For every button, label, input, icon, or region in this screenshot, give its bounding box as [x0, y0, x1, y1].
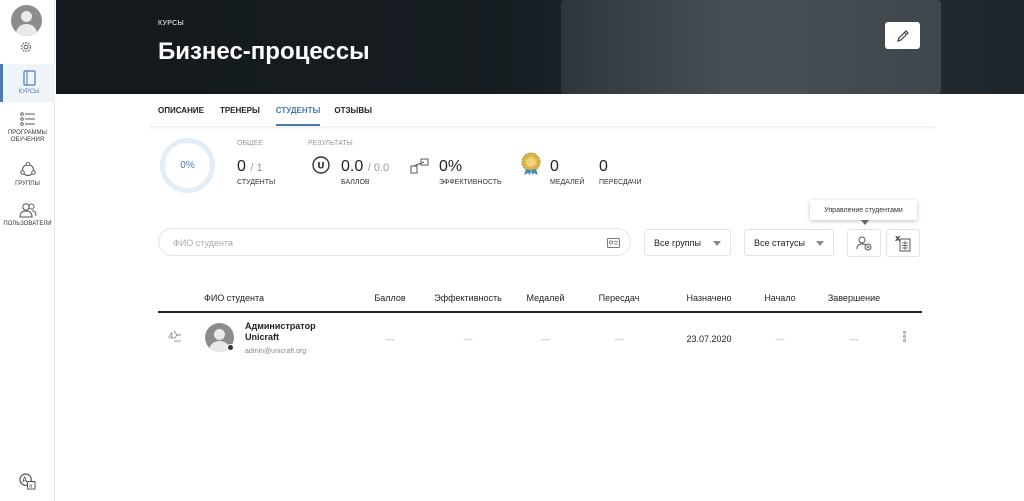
score-icon: U [312, 156, 330, 174]
retakes-label: Пересдачи [599, 179, 642, 186]
cell-assigned: 23.07.2020 [686, 334, 732, 344]
sidebar-item-groups[interactable]: Группы [0, 162, 55, 188]
book-icon [22, 70, 36, 86]
cell-medals: — [541, 334, 550, 344]
cell-score: — [385, 334, 395, 344]
manage-students-tooltip: Управление студентами [810, 200, 917, 220]
svg-text:4: 4 [168, 332, 174, 342]
sidebar: Курсы Программы обучения Группы Пользов [0, 0, 55, 501]
course-banner: Курсы Бизнес-процессы [56, 0, 1024, 94]
chevron-down-icon [816, 241, 824, 246]
column-header-assigned[interactable]: Назначено [673, 293, 745, 303]
sidebar-item-label: Программы обучения [7, 130, 47, 143]
column-header-score[interactable]: Баллов [360, 293, 420, 303]
chevron-down-icon [713, 241, 721, 246]
medal-icon [521, 152, 541, 175]
sidebar-item-label: Группы [15, 181, 40, 187]
edit-button[interactable] [885, 22, 920, 49]
search-placeholder: ФИО студента [173, 238, 233, 248]
cell-efficiency: — [463, 334, 473, 344]
progress-donut: 0% [160, 138, 215, 193]
breadcrumb[interactable]: Курсы [158, 20, 184, 27]
cell-end: — [849, 334, 859, 344]
row-menu-icon[interactable] [903, 331, 907, 343]
pencil-icon [896, 29, 909, 42]
group-icon [19, 162, 36, 176]
student-email: admin@unicraft.org [245, 348, 307, 355]
results-caption: Результаты [308, 140, 353, 147]
user-avatar[interactable] [11, 5, 42, 36]
tab-trainers[interactable]: Тренеры [220, 98, 268, 126]
gear-icon[interactable] [19, 40, 33, 54]
search-input[interactable]: ФИО студента [158, 228, 631, 256]
list-icon [19, 112, 35, 126]
score-label: Баллов [341, 179, 370, 186]
column-header-efficiency[interactable]: Эффективность [428, 293, 508, 303]
status-select[interactable]: Все статусы [744, 229, 834, 256]
sidebar-item-label: Пользователи [3, 221, 52, 227]
efficiency-label: Эффективность [439, 179, 502, 186]
efficiency-value: 0% [439, 158, 463, 175]
sidebar-item-programs[interactable]: Программы обучения [0, 112, 55, 144]
sidebar-item-users[interactable]: Пользователи [0, 202, 55, 228]
cell-retakes: — [614, 334, 624, 344]
tab-students[interactable]: Студенты [275, 98, 321, 126]
student-name[interactable]: Администратор Unicraft [245, 321, 335, 343]
column-header-start[interactable]: Начало [752, 293, 808, 303]
language-icon[interactable]: A a [19, 473, 36, 490]
export-excel-button[interactable]: X [886, 229, 920, 257]
user-settings-icon [856, 236, 872, 251]
tab-description[interactable]: Описание [158, 98, 212, 126]
tab-reviews[interactable]: Отзывы [334, 98, 380, 126]
manage-students-button[interactable] [847, 229, 881, 257]
status-dot [227, 344, 234, 351]
sidebar-item-label: Курсы [18, 89, 40, 95]
column-header-retakes[interactable]: Пересдач [588, 293, 650, 303]
students-count: 0 / 1 [237, 158, 263, 175]
svg-text:a: a [29, 484, 32, 490]
assign-type-icon: 4 [168, 330, 181, 342]
medals-label: Медалей [550, 179, 585, 186]
groups-select[interactable]: Все группы [644, 229, 731, 256]
users-icon [18, 203, 36, 218]
svg-text:U: U [317, 162, 324, 172]
retakes-value: 0 [599, 158, 608, 175]
medals-value: 0 [550, 158, 559, 175]
overall-caption: Общее [237, 140, 263, 147]
efficiency-icon [410, 158, 429, 174]
score-value: 0.0 / 0.0 [341, 158, 390, 175]
course-tabs: Описание Тренеры Студенты Отзывы [158, 98, 388, 126]
column-header-name[interactable]: ФИО студента [204, 293, 264, 303]
students-label: Студенты [237, 179, 276, 186]
page-title: Бизнес-процессы [158, 38, 370, 65]
id-card-icon[interactable] [607, 237, 620, 248]
progress-value: 0% [180, 160, 195, 171]
column-header-end[interactable]: Завершение [820, 293, 888, 303]
cell-start: — [775, 334, 785, 344]
column-header-medals[interactable]: Медалей [518, 293, 573, 303]
sidebar-item-courses[interactable]: Курсы [0, 64, 55, 102]
excel-export-icon: X [895, 235, 911, 252]
